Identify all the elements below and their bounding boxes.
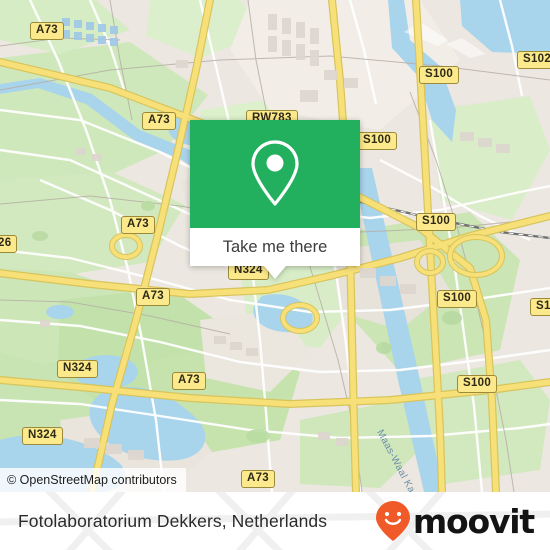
road-shield-s1-partial[interactable]: S1 [530,298,550,316]
callout-pointer-tail [264,266,286,279]
location-title: Fotolaboratorium Dekkers, Netherlands [18,510,328,531]
moovit-logo[interactable]: moovit [375,500,535,542]
location-pin-icon [251,140,299,206]
road-shield-s100[interactable]: S100 [457,375,498,393]
road-shield-a73[interactable]: A73 [30,22,64,40]
moovit-smiley-pin-icon [375,501,410,541]
road-shield-n324[interactable]: N324 [22,427,63,445]
road-shield-s100[interactable]: S100 [416,213,457,231]
road-shield-s100[interactable]: S100 [437,290,478,308]
road-shield-n324[interactable]: N324 [57,360,98,378]
road-shield-a73[interactable]: A73 [172,372,206,390]
take-me-there-button[interactable]: Take me there [190,228,360,266]
road-shield-a73[interactable]: A73 [142,112,176,130]
road-shield-s100[interactable]: S100 [419,66,460,84]
road-shield-a73[interactable]: A73 [241,470,275,488]
road-shield-n326-partial[interactable]: 26 [0,235,18,253]
road-shield-s102[interactable]: S102 [517,51,550,69]
road-shield-a73[interactable]: A73 [136,288,170,306]
footer-bar: Fotolaboratorium Dekkers, Netherlands mo… [0,492,550,550]
osm-attribution[interactable]: © OpenStreetMap contributors [0,468,186,492]
take-me-there-callout[interactable]: Take me there [190,120,360,279]
callout-icon-panel [190,120,360,228]
road-shield-a73[interactable]: A73 [121,216,155,234]
road-shield-s100[interactable]: S100 [357,132,398,150]
moovit-wordmark: moovit [412,501,535,541]
moovit-map-screenshot: Maas-Waal Kanaal A73 A73 RW783 S100 S102… [0,0,550,550]
